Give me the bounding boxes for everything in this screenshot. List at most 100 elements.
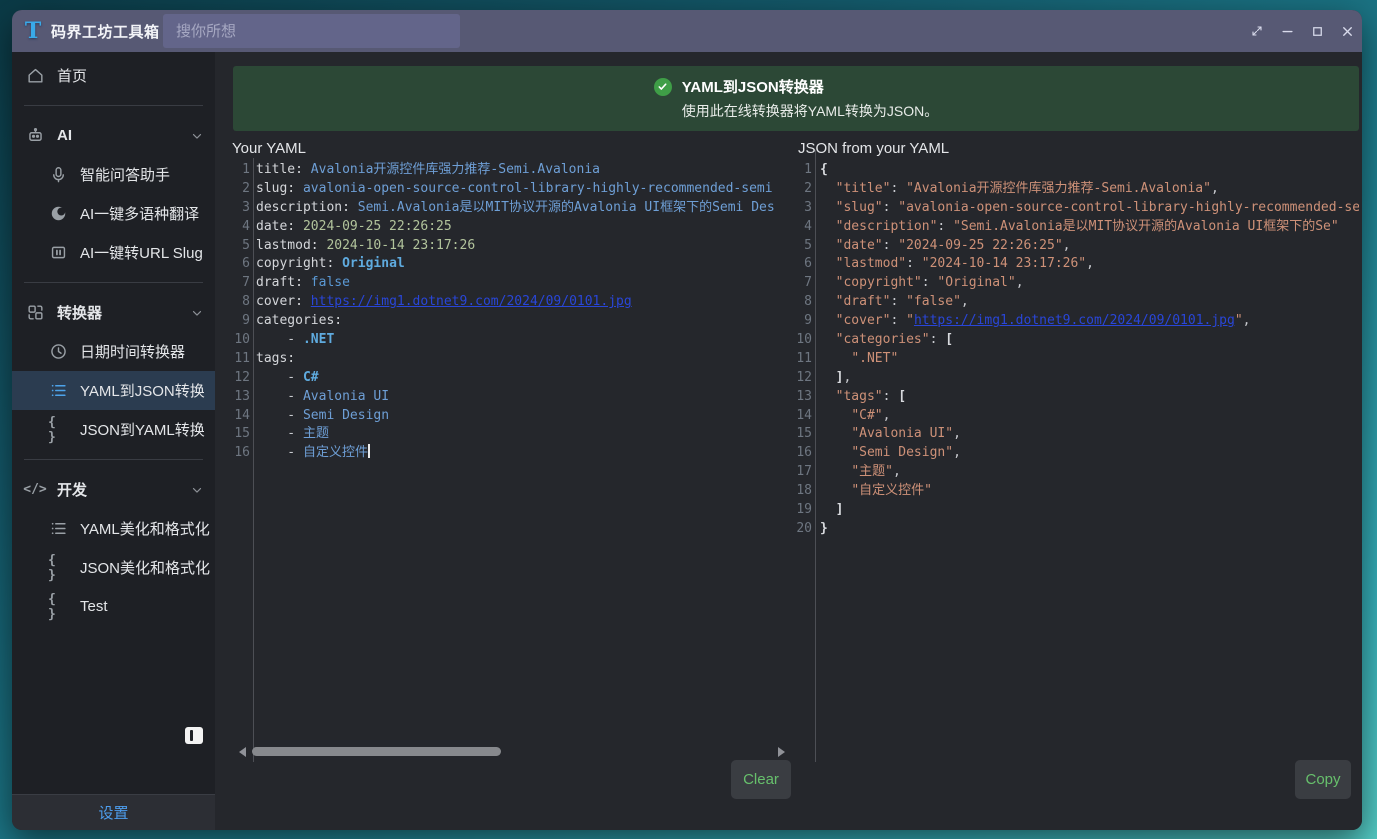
editor-line: 8 "draft": "false", — [793, 293, 1359, 312]
editor-line: 7draft: false — [225, 274, 793, 293]
line-number: 2 — [793, 180, 812, 199]
code-text: "C#", — [820, 407, 1359, 426]
sidebar-item-label: YAML到JSON转换 — [80, 380, 215, 401]
sidebar-item-yaml-to-json[interactable]: YAML到JSON转换 — [12, 371, 215, 410]
editor-line: 9categories: — [225, 312, 793, 331]
sidebar: 首页 AI智能问答助手 AI一键多语种翻译 AI一键转URL Slug 转换器日期时间转… — [12, 52, 215, 794]
sidebar-item-ai[interactable]: AI — [12, 116, 215, 155]
line-number: 9 — [793, 312, 812, 331]
line-number: 6 — [225, 255, 250, 274]
sidebar-item-develop[interactable]: </>开发 — [12, 470, 215, 509]
sidebar-item-datetime-conv[interactable]: 日期时间转换器 — [12, 332, 215, 371]
sidebar-item-label: 首页 — [57, 65, 215, 86]
json-gutter-divider — [815, 150, 816, 762]
sidebar-item-json-to-yaml[interactable]: { }JSON到YAML转换 — [12, 410, 215, 449]
code-text: - 主题 — [256, 425, 793, 444]
transform-icon — [25, 303, 45, 323]
line-number: 5 — [225, 237, 250, 256]
clear-button[interactable]: Clear — [731, 760, 791, 799]
code-text: tags: — [256, 350, 793, 369]
line-number: 20 — [793, 520, 812, 539]
line-number: 18 — [793, 482, 812, 501]
line-number: 19 — [793, 501, 812, 520]
editor-line: 18 "自定义控件" — [793, 482, 1359, 501]
expand-icon[interactable] — [1242, 10, 1272, 52]
line-number: 3 — [793, 199, 812, 218]
sidebar-item-converter[interactable]: 转换器 — [12, 293, 215, 332]
line-number: 7 — [225, 274, 250, 293]
copy-button[interactable]: Copy — [1295, 760, 1351, 799]
home-icon — [25, 66, 45, 86]
code-text: "自定义控件" — [820, 482, 1359, 501]
line-number: 7 — [793, 274, 812, 293]
code-text: cover: https://img1.dotnet9.com/2024/09/… — [256, 293, 793, 312]
code-text: "copyright": "Original", — [820, 274, 1359, 293]
editor-line: 19 ] — [793, 501, 1359, 520]
converter-banner: YAML到JSON转换器 使用此在线转换器将YAML转换为JSON。 — [233, 66, 1359, 131]
line-number: 1 — [793, 161, 812, 180]
search-input[interactable] — [163, 14, 460, 48]
sidebar-item-ai-url-slug[interactable]: AI一键转URL Slug — [12, 233, 215, 272]
scroll-right-arrow-icon[interactable] — [778, 747, 785, 757]
code-text: "slug": "avalonia-open-source-control-li… — [820, 199, 1359, 218]
editor-line: 3 "slug": "avalonia-open-source-control-… — [793, 199, 1359, 218]
line-number: 11 — [225, 350, 250, 369]
settings-bar: 设置 — [12, 794, 215, 830]
line-number: 12 — [793, 369, 812, 388]
code-text: "tags": [ — [820, 388, 1359, 407]
sidebar-item-label: AI一键多语种翻译 — [80, 203, 215, 224]
settings-link[interactable]: 设置 — [98, 802, 128, 823]
line-number: 3 — [225, 199, 250, 218]
chevron-down-icon[interactable] — [190, 129, 204, 143]
title-bar: T 码界工坊工具箱 — [12, 10, 1362, 52]
line-number: 13 — [793, 388, 812, 407]
chevron-down-icon[interactable] — [190, 483, 204, 497]
code-text: "date": "2024-09-25 22:26:25", — [820, 237, 1359, 256]
code-text: "Semi Design", — [820, 444, 1359, 463]
yaml-editor[interactable]: 1title: Avalonia开源控件库强力推荐-Semi.Avalonia2… — [225, 161, 793, 463]
code-text: - Avalonia UI — [256, 388, 793, 407]
sidebar-item-qa-assistant[interactable]: 智能问答助手 — [12, 155, 215, 194]
code-text: date: 2024-09-25 22:26:25 — [256, 218, 793, 237]
line-number: 14 — [793, 407, 812, 426]
sidebar-item-yaml-format[interactable]: YAML美化和格式化 — [12, 509, 215, 548]
json-output[interactable]: 1{2 "title": "Avalonia开源控件库强力推荐-Semi.Ava… — [793, 161, 1359, 539]
scroll-left-arrow-icon[interactable] — [239, 747, 246, 757]
line-number: 17 — [793, 463, 812, 482]
code-text: ], — [820, 369, 1359, 388]
editor-line: 11 ".NET" — [793, 350, 1359, 369]
chevron-down-icon[interactable] — [190, 306, 204, 320]
collapse-sidebar-icon[interactable] — [185, 727, 203, 744]
sidebar-item-test[interactable]: { }Test — [12, 587, 215, 626]
editor-line: 6 "lastmod": "2024-10-14 23:17:26", — [793, 255, 1359, 274]
code-text: "lastmod": "2024-10-14 23:17:26", — [820, 255, 1359, 274]
maximize-icon[interactable] — [1302, 10, 1332, 52]
success-check-icon — [654, 78, 672, 96]
json-editor-title: JSON from your YAML — [798, 140, 949, 157]
text-cursor — [368, 444, 370, 458]
code-text: "主题", — [820, 463, 1359, 482]
minimize-icon[interactable] — [1272, 10, 1302, 52]
editor-line: 13 "tags": [ — [793, 388, 1359, 407]
editor-line: 20} — [793, 520, 1359, 539]
line-number: 15 — [225, 425, 250, 444]
sidebar-item-home[interactable]: 首页 — [12, 56, 215, 95]
sidebar-item-json-format[interactable]: { }JSON美化和格式化 — [12, 548, 215, 587]
editor-line: 16 - 自定义控件 — [225, 444, 793, 463]
sidebar-divider — [12, 272, 215, 293]
main-content: YAML到JSON转换器 使用此在线转换器将YAML转换为JSON。 Your … — [215, 52, 1362, 830]
sidebar-divider — [12, 449, 215, 470]
editor-line: 15 "Avalonia UI", — [793, 425, 1359, 444]
editor-line: 15 - 主题 — [225, 425, 793, 444]
editor-line: 13 - Avalonia UI — [225, 388, 793, 407]
list-icon — [48, 519, 68, 539]
editor-line: 4date: 2024-09-25 22:26:25 — [225, 218, 793, 237]
horizontal-scrollbar[interactable] — [252, 747, 501, 756]
line-number: 4 — [793, 218, 812, 237]
sidebar-item-ai-translate[interactable]: AI一键多语种翻译 — [12, 194, 215, 233]
editor-line: 2 "title": "Avalonia开源控件库强力推荐-Semi.Avalo… — [793, 180, 1359, 199]
close-icon[interactable] — [1332, 10, 1362, 52]
sidebar-item-label: Test — [80, 598, 215, 615]
code-text: copyright: Original — [256, 255, 793, 274]
code-text: "title": "Avalonia开源控件库强力推荐-Semi.Avaloni… — [820, 180, 1359, 199]
